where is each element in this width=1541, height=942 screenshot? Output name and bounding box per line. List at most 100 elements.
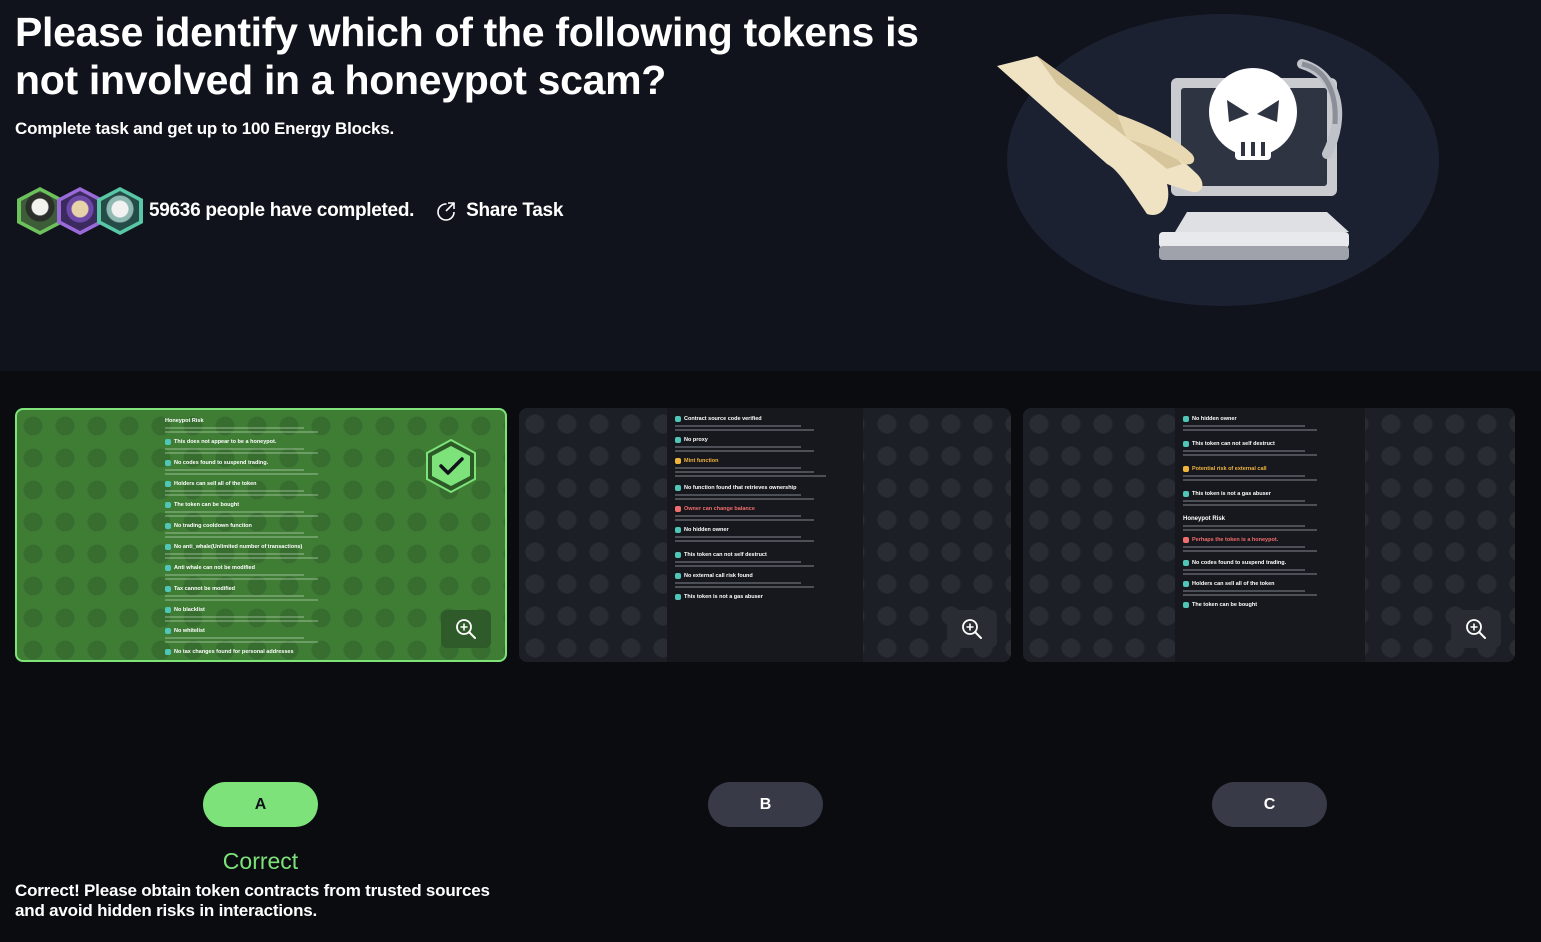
report-text-line — [675, 515, 801, 517]
report-item: No function found that retrieves ownersh… — [675, 485, 855, 491]
report-item: This token is not a gas abuser — [675, 594, 855, 600]
report-text — [165, 530, 364, 540]
report-item: Holders can sell all of the token — [165, 481, 364, 487]
report-text — [165, 425, 364, 435]
option-card-b[interactable]: Contract source code verified No proxy M… — [519, 408, 1011, 662]
report-text-line — [165, 511, 305, 513]
report-item: This token can not self destruct — [1183, 441, 1357, 447]
report-danger: Owner can change balance — [675, 506, 855, 512]
zoom-in-icon — [1466, 619, 1486, 639]
report-text-line — [1183, 500, 1305, 502]
report-text-line — [675, 467, 801, 469]
report-item: Contract source code verified — [675, 416, 855, 422]
hacker-skull-laptop-illustration — [997, 14, 1439, 306]
report-item: No hidden owner — [675, 527, 855, 533]
avatar — [97, 187, 143, 235]
report-text — [165, 467, 364, 477]
token-report-a: Honeypot Risk This does not appear to be… — [157, 410, 372, 660]
option-card-a[interactable]: Honeypot Risk This does not appear to be… — [15, 408, 507, 662]
report-text — [165, 635, 364, 645]
report-text-line — [1183, 525, 1305, 527]
report-danger: Perhaps the token is a honeypot. — [1183, 537, 1357, 543]
report-heading: Honeypot Risk — [1183, 516, 1226, 522]
report-text-line — [675, 536, 801, 538]
task-meta: 59636 people have completed. Share Task — [17, 187, 563, 235]
report-text — [1183, 588, 1357, 598]
report-text-line — [1183, 529, 1317, 531]
report-text — [1183, 544, 1357, 556]
report-item: No tax changes found for personal addres… — [165, 649, 364, 655]
report-text — [165, 614, 364, 624]
report-warning: Potential risk of external call — [1183, 466, 1357, 472]
task-title: Please identify which of the following t… — [15, 9, 919, 103]
token-report-b: Contract source code verified No proxy M… — [667, 408, 863, 662]
report-item: No trading cooldown function — [165, 523, 364, 529]
report-text — [675, 444, 855, 454]
report-text — [675, 423, 855, 433]
completed-count: 59636 people have completed. — [149, 200, 415, 221]
zoom-button-c[interactable] — [1451, 610, 1501, 648]
report-text-line — [1183, 454, 1317, 456]
report-text — [165, 593, 364, 603]
report-item: The token can be bought — [1183, 602, 1357, 608]
option-card-c[interactable]: No hidden owner This token can not self … — [1023, 408, 1515, 662]
report-item: This token is not a gas abuser — [1183, 491, 1357, 497]
report-text-line — [165, 452, 319, 454]
report-text-line — [165, 641, 319, 643]
report-text-line — [675, 429, 814, 431]
zoom-button-a[interactable] — [441, 610, 491, 648]
report-item: Anti whale can not be modified — [165, 565, 364, 571]
report-text-line — [1183, 594, 1317, 596]
report-heading: Honeypot Risk — [165, 418, 204, 424]
option-a-button[interactable]: A — [203, 782, 318, 827]
report-text-line — [675, 582, 801, 584]
report-text — [675, 465, 855, 481]
report-text — [165, 551, 364, 561]
report-text — [165, 572, 364, 582]
report-item: This token can not self destruct — [675, 552, 855, 558]
zoom-in-icon — [962, 619, 982, 639]
report-text — [165, 446, 364, 456]
option-c-button[interactable]: C — [1212, 782, 1327, 827]
report-text — [1183, 448, 1357, 462]
zoom-button-b[interactable] — [947, 610, 997, 648]
report-text-line — [165, 595, 305, 597]
report-text — [675, 513, 855, 523]
report-text-line — [675, 446, 801, 448]
report-text-line — [165, 448, 305, 450]
report-text-line — [1183, 573, 1317, 575]
report-text-line — [1183, 504, 1317, 506]
report-text — [1183, 423, 1357, 437]
avatar-group — [17, 187, 143, 235]
option-b-button[interactable]: B — [708, 782, 823, 827]
report-text-line — [1183, 550, 1317, 552]
report-text-line — [675, 471, 814, 473]
report-text-line — [165, 637, 305, 639]
report-text-line — [165, 557, 319, 559]
report-text-line — [1183, 546, 1305, 548]
report-item: No hidden owner — [1183, 416, 1357, 422]
report-text-line — [675, 425, 801, 427]
report-text-line — [165, 469, 305, 471]
result-title: Correct — [222, 848, 299, 874]
report-text-line — [675, 540, 814, 542]
report-text-line — [165, 616, 305, 618]
report-text-line — [165, 532, 305, 534]
report-text — [1183, 523, 1357, 533]
checkmark-hexagon-icon — [426, 438, 476, 494]
report-text-line — [1183, 475, 1305, 477]
report-item: Holders can sell all of the token — [1183, 581, 1357, 587]
report-text-line — [675, 519, 814, 521]
share-task-label: Share Task — [466, 200, 564, 221]
report-text — [1183, 567, 1357, 577]
report-text — [1183, 498, 1357, 512]
report-text-line — [165, 574, 305, 576]
avatar — [57, 187, 103, 235]
report-text-line — [165, 431, 319, 433]
token-report-c: No hidden owner This token can not self … — [1175, 408, 1365, 662]
report-text-line — [1183, 425, 1305, 427]
report-text-line — [165, 427, 305, 429]
report-text — [675, 492, 855, 502]
report-text-line — [165, 515, 319, 517]
share-task-button[interactable]: Share Task — [436, 200, 563, 222]
